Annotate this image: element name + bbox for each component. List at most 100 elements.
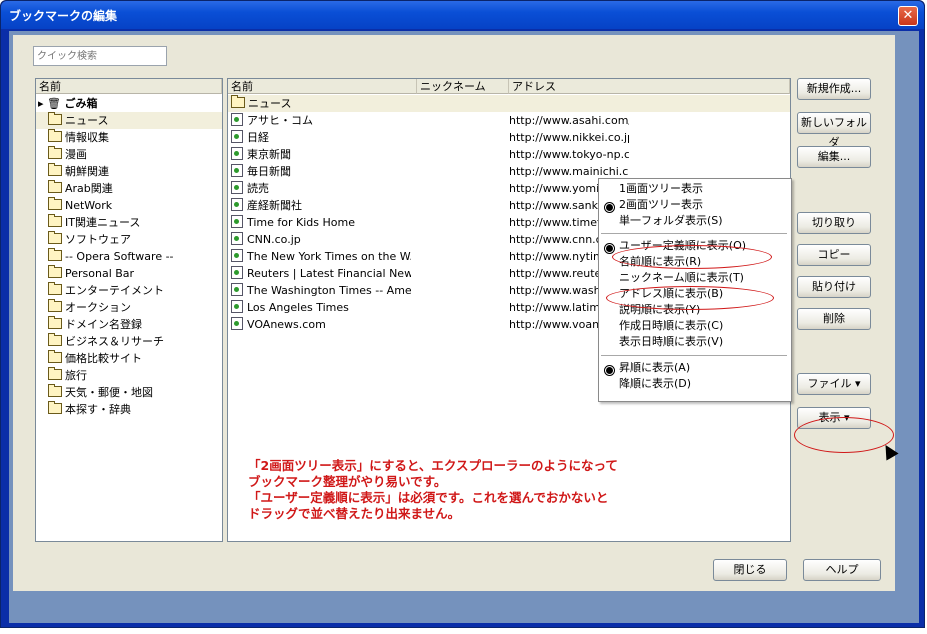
window-title: ブックマークの編集 bbox=[9, 9, 118, 23]
help-button[interactable]: ヘルプ bbox=[803, 559, 881, 581]
menu-item-single-folder[interactable]: 単一フォルダ表示(S) bbox=[619, 213, 723, 229]
bookmark-icon bbox=[231, 181, 243, 194]
tree-folder-item[interactable]: オークション bbox=[36, 299, 222, 316]
bookmark-row[interactable]: 東京新聞 http://www.tokyo-np.co.jp/ bbox=[228, 146, 790, 163]
cut-button[interactable]: 切り取り bbox=[797, 212, 871, 234]
folder-icon bbox=[48, 163, 62, 176]
folder-icon bbox=[48, 214, 62, 227]
bookmark-name: The Washington Times -- Ame.. bbox=[247, 284, 411, 297]
close-window-button[interactable]: ✕ bbox=[898, 6, 918, 26]
bookmark-name: 毎日新聞 bbox=[247, 165, 291, 178]
menu-item-sort-nickname[interactable]: ニックネーム順に表示(T) bbox=[619, 270, 744, 286]
tree-folder-item[interactable]: Personal Bar bbox=[36, 265, 222, 282]
bookmark-icon bbox=[231, 283, 243, 296]
tree-item-label: 朝鮮関連 bbox=[65, 165, 109, 178]
annotation-line-4: ドラッグで並べ替えたり出来ません。 bbox=[248, 506, 461, 521]
bookmark-icon bbox=[231, 232, 243, 245]
bookmark-row[interactable]: アサヒ・コム http://www.asahi.com/ bbox=[228, 112, 790, 129]
bookmark-name: 読売 bbox=[247, 182, 269, 195]
menu-item-sort-visited[interactable]: 表示日時順に表示(V) bbox=[619, 334, 723, 350]
edit-button[interactable]: 編集... bbox=[797, 146, 871, 168]
tree-item-trash[interactable]: ▸ 🗑 ごみ箱 bbox=[36, 95, 222, 112]
folder-icon bbox=[48, 265, 62, 278]
bookmark-icon bbox=[231, 266, 243, 279]
radio-selected-icon bbox=[604, 202, 615, 213]
tree-item-label: 本探す・辞典 bbox=[65, 403, 131, 416]
tree-folder-item[interactable]: NetWork bbox=[36, 197, 222, 214]
folder-icon bbox=[48, 146, 62, 159]
tree-item-label: 天気・郵便・地図 bbox=[65, 386, 153, 399]
bookmark-row[interactable]: 日経 http://www.nikkei.co.jp/top.html bbox=[228, 129, 790, 146]
parent-folder-label: ニュース bbox=[248, 97, 292, 110]
tree-folder-item[interactable]: 天気・郵便・地図 bbox=[36, 384, 222, 401]
bookmark-icon bbox=[231, 198, 243, 211]
menu-item-descending[interactable]: 降順に表示(D) bbox=[619, 376, 691, 392]
bookmark-icon bbox=[231, 300, 243, 313]
bookmark-name: Reuters | Latest Financial New.. bbox=[247, 267, 411, 280]
quick-search-input[interactable] bbox=[33, 46, 167, 66]
menu-item-dual-tree[interactable]: 2画面ツリー表示 bbox=[619, 197, 703, 213]
tree-item-label: 旅行 bbox=[65, 369, 87, 382]
menu-item-sort-created[interactable]: 作成日時順に表示(C) bbox=[619, 318, 723, 334]
tree-folder-item[interactable]: ニュース bbox=[36, 112, 222, 129]
tree-folder-item[interactable]: ビジネス＆リサーチ bbox=[36, 333, 222, 350]
folder-icon bbox=[48, 112, 62, 125]
title-bar[interactable]: ブックマークの編集 ✕ bbox=[1, 1, 924, 29]
column-header-nickname[interactable]: ニックネーム bbox=[417, 79, 509, 94]
bookmark-name: 東京新聞 bbox=[247, 148, 291, 161]
tree-item-label: 価格比較サイト bbox=[65, 352, 142, 365]
bookmark-address: http://www.tokyo-np.co.jp/ bbox=[509, 148, 629, 161]
menu-separator bbox=[601, 233, 787, 234]
file-menu-button[interactable]: ファイル ▾ bbox=[797, 373, 871, 395]
tree-folder-item[interactable]: ソフトウェア bbox=[36, 231, 222, 248]
tree-item-label: ドメイン名登録 bbox=[65, 318, 142, 331]
folder-icon bbox=[48, 129, 62, 142]
menu-item-ascending[interactable]: 昇順に表示(A) bbox=[619, 360, 690, 376]
folder-icon bbox=[48, 367, 62, 380]
column-header-name[interactable]: 名前 bbox=[228, 79, 417, 94]
tree-folder-item[interactable]: ドメイン名登録 bbox=[36, 316, 222, 333]
tree-folder-item[interactable]: Arab関連 bbox=[36, 180, 222, 197]
annotation-line-3: 「ユーザー定義順に表示」は必須です。これを選んでおかないと bbox=[248, 490, 609, 505]
tree-folder-item[interactable]: IT関連ニュース bbox=[36, 214, 222, 231]
bookmark-icon bbox=[231, 215, 243, 228]
delete-button[interactable]: 削除 bbox=[797, 308, 871, 330]
paste-button[interactable]: 貼り付け bbox=[797, 276, 871, 298]
tree-folder-item[interactable]: 漫画 bbox=[36, 146, 222, 163]
column-header-address[interactable]: アドレス bbox=[509, 79, 790, 94]
folder-icon bbox=[48, 333, 62, 346]
tree-folder-item[interactable]: 朝鮮関連 bbox=[36, 163, 222, 180]
tree-folder-item[interactable]: -- Opera Software -- bbox=[36, 248, 222, 265]
tree-item-label: ソフトウェア bbox=[65, 233, 131, 246]
tree-item-label: IT関連ニュース bbox=[65, 216, 141, 229]
tree-folder-item[interactable]: 旅行 bbox=[36, 367, 222, 384]
tree-item-label: オークション bbox=[65, 301, 131, 314]
menu-item-single-tree[interactable]: 1画面ツリー表示 bbox=[619, 181, 703, 197]
tree-folder-item[interactable]: 情報収集 bbox=[36, 129, 222, 146]
tree-header-name[interactable]: 名前 bbox=[36, 79, 222, 94]
close-button[interactable]: 閉じる bbox=[713, 559, 787, 581]
tree-item-label: NetWork bbox=[65, 199, 113, 212]
annotation-line-2: ブックマーク整理がやり易いです。 bbox=[248, 474, 447, 489]
tree-folder-item[interactable]: 本探す・辞典 bbox=[36, 401, 222, 418]
tree-item-label: 漫画 bbox=[65, 148, 87, 161]
folder-icon bbox=[48, 316, 62, 329]
folder-tree-pane[interactable]: 名前 ▸ 🗑 ごみ箱ニュース情報収集漫画朝鮮関連 Arab関連 NetWork IT関… bbox=[35, 78, 223, 542]
tree-item-label: ニュース bbox=[65, 114, 109, 127]
tree-folder-item[interactable]: 価格比較サイト bbox=[36, 350, 222, 367]
bookmark-name: アサヒ・コム bbox=[247, 114, 313, 127]
new-folder-button[interactable]: 新しいフォルダ bbox=[797, 112, 871, 149]
parent-folder-row[interactable]: ニュース bbox=[228, 95, 790, 112]
annotation-line-1: 「2画面ツリー表示」にすると、エクスプローラーのようになって bbox=[248, 458, 618, 473]
copy-button[interactable]: コピー bbox=[797, 244, 871, 266]
bookmark-name: 産経新聞社 bbox=[247, 199, 302, 212]
tree-item-label: ごみ箱 bbox=[64, 97, 98, 110]
tree-item-label: Personal Bar bbox=[65, 267, 135, 280]
bookmark-name: Time for Kids Home bbox=[247, 216, 356, 229]
annotation-text: 「2画面ツリー表示」にすると、エクスプローラーのようになって ブックマーク整理が… bbox=[248, 458, 748, 522]
bookmark-address: http://www.asahi.com/ bbox=[509, 114, 629, 127]
new-bookmark-button[interactable]: 新規作成... bbox=[797, 78, 871, 100]
folder-icon bbox=[48, 248, 62, 261]
tree-folder-item[interactable]: エンターテイメント bbox=[36, 282, 222, 299]
folder-icon bbox=[48, 350, 62, 363]
